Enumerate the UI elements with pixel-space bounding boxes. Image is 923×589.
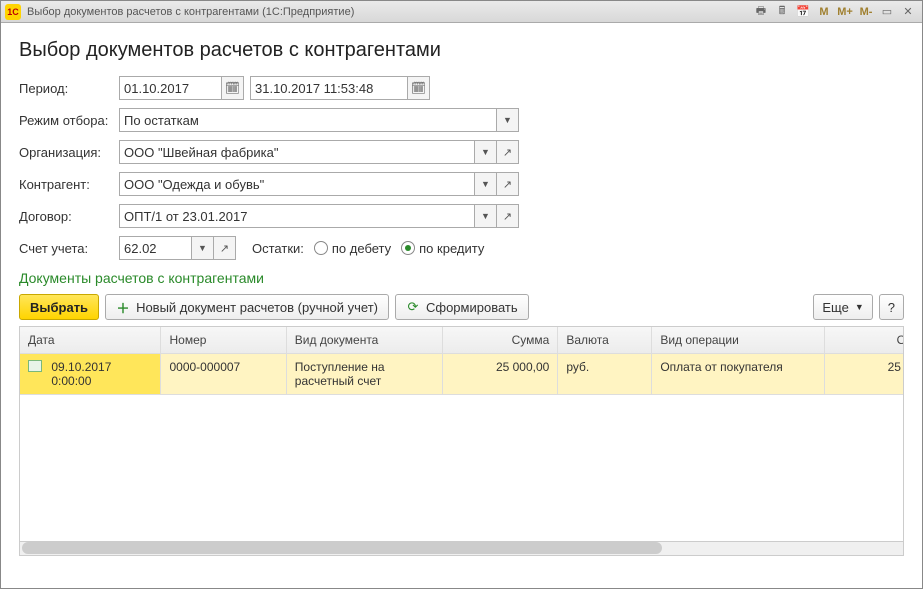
radio-icon <box>401 241 415 255</box>
refresh-icon: ⟳ <box>406 300 420 314</box>
mode-label: Режим отбора: <box>19 113 119 128</box>
account-value: 62.02 <box>124 241 157 256</box>
cell-op-type: Оплата от покупателя <box>652 354 824 395</box>
period-label: Период: <box>19 81 119 96</box>
open-account-button[interactable]: ↗ <box>214 236 236 260</box>
window-title: Выбор документов расчетов с контрагентам… <box>27 6 354 18</box>
documents-table-wrap: Дата Номер Вид документа Сумма Валюта Ви… <box>19 326 904 556</box>
cell-date-value: 09.10.2017 0:00:00 <box>51 360 121 388</box>
plus-icon: ＋ <box>116 300 130 314</box>
contr-label: Контрагент: <box>19 177 119 192</box>
account-select[interactable]: 62.02 ▼ <box>119 236 214 260</box>
horizontal-scrollbar[interactable] <box>20 541 903 555</box>
contr-select[interactable]: ООО "Одежда и обувь" ▼ <box>119 172 497 196</box>
cell-number: 0000-000007 <box>161 354 286 395</box>
date-from-input[interactable]: 01.10.2017 🗓 <box>119 76 244 100</box>
chevron-down-icon[interactable]: ▼ <box>496 109 518 131</box>
print-icon[interactable]: 🖶 <box>751 3 771 21</box>
calendar-icon[interactable]: 📅 <box>793 3 813 21</box>
date-to-value: 31.10.2017 11:53:48 <box>255 81 373 96</box>
org-value: ООО "Швейная фабрика" <box>124 145 278 160</box>
table-header-row: Дата Номер Вид документа Сумма Валюта Ви… <box>20 327 904 354</box>
app-logo: 1C <box>5 4 21 20</box>
date-to-input[interactable]: 31.10.2017 11:53:48 🗓 <box>250 76 430 100</box>
calendar-icon[interactable]: 🗓 <box>221 77 243 99</box>
help-label: ? <box>888 300 895 315</box>
radio-icon <box>314 241 328 255</box>
new-document-button[interactable]: ＋ Новый документ расчетов (ручной учет) <box>105 294 389 320</box>
section-title: Документы расчетов с контрагентами <box>19 270 904 286</box>
chevron-down-icon[interactable]: ▼ <box>474 141 496 163</box>
cell-sum: 25 000,00 <box>443 354 558 395</box>
cell-date: 09.10.2017 0:00:00 <box>20 354 161 395</box>
more-label: Еще <box>822 300 848 315</box>
balances-label: Остатки: <box>252 241 304 256</box>
col-number[interactable]: Номер <box>161 327 286 354</box>
cell-doc-type: Поступление на расчетный счет <box>286 354 443 395</box>
minimize-icon[interactable]: ▭ <box>877 3 897 21</box>
col-balance[interactable]: Остаток <box>824 327 904 354</box>
contract-label: Договор: <box>19 209 119 224</box>
close-icon[interactable]: ✕ <box>898 3 918 21</box>
page-title: Выбор документов расчетов с контрагентам… <box>19 39 904 62</box>
contract-select[interactable]: ОПТ/1 от 23.01.2017 ▼ <box>119 204 497 228</box>
memory-mplus-icon[interactable]: M+ <box>835 3 855 21</box>
calc-icon[interactable]: 🖩 <box>772 3 792 21</box>
chevron-down-icon[interactable]: ▼ <box>474 205 496 227</box>
col-doc-type[interactable]: Вид документа <box>286 327 443 354</box>
calendar-icon[interactable]: 🗓 <box>407 77 429 99</box>
toolbar: Выбрать ＋ Новый документ расчетов (ручно… <box>19 294 904 320</box>
generate-label: Сформировать <box>426 300 518 315</box>
contract-value: ОПТ/1 от 23.01.2017 <box>124 209 247 224</box>
contr-value: ООО "Одежда и обувь" <box>124 177 264 192</box>
help-button[interactable]: ? <box>879 294 904 320</box>
mode-select[interactable]: По остаткам ▼ <box>119 108 519 132</box>
account-label: Счет учета: <box>19 241 119 256</box>
more-button[interactable]: Еще ▼ <box>813 294 872 320</box>
document-icon <box>28 360 42 372</box>
open-contr-button[interactable]: ↗ <box>497 172 519 196</box>
org-select[interactable]: ООО "Швейная фабрика" ▼ <box>119 140 497 164</box>
col-currency[interactable]: Валюта <box>558 327 652 354</box>
col-sum[interactable]: Сумма <box>443 327 558 354</box>
open-org-button[interactable]: ↗ <box>497 140 519 164</box>
date-from-value: 01.10.2017 <box>124 81 189 96</box>
table-row[interactable]: 09.10.2017 0:00:00 0000-000007 Поступлен… <box>20 354 904 395</box>
generate-button[interactable]: ⟳ Сформировать <box>395 294 529 320</box>
radio-debit[interactable]: по дебету <box>314 241 391 256</box>
mode-value: По остаткам <box>124 113 199 128</box>
memory-m-icon[interactable]: M <box>814 3 834 21</box>
col-date[interactable]: Дата <box>20 327 161 354</box>
cell-balance: 25 000,00 <box>824 354 904 395</box>
new-document-label: Новый документ расчетов (ручной учет) <box>136 300 378 315</box>
memory-mminus-icon[interactable]: M- <box>856 3 876 21</box>
radio-credit[interactable]: по кредиту <box>401 241 484 256</box>
chevron-down-icon[interactable]: ▼ <box>191 237 213 259</box>
cell-currency: руб. <box>558 354 652 395</box>
select-button-label: Выбрать <box>30 300 88 315</box>
select-button[interactable]: Выбрать <box>19 294 99 320</box>
open-contract-button[interactable]: ↗ <box>497 204 519 228</box>
radio-debit-label: по дебету <box>332 241 391 256</box>
col-op-type[interactable]: Вид операции <box>652 327 824 354</box>
radio-credit-label: по кредиту <box>419 241 484 256</box>
documents-table: Дата Номер Вид документа Сумма Валюта Ви… <box>20 327 904 395</box>
chevron-down-icon: ▼ <box>855 302 864 312</box>
scroll-thumb[interactable] <box>22 542 662 554</box>
chevron-down-icon[interactable]: ▼ <box>474 173 496 195</box>
titlebar: 1C Выбор документов расчетов с контраген… <box>1 1 922 23</box>
org-label: Организация: <box>19 145 119 160</box>
